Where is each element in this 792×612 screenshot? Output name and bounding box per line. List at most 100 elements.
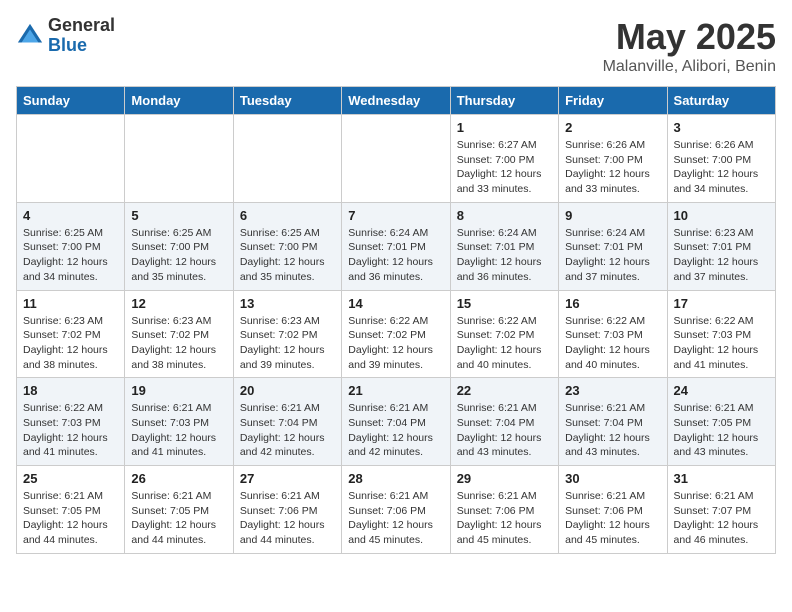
day-info: Sunrise: 6:21 AM Sunset: 7:04 PM Dayligh… [457, 401, 552, 460]
logo: General Blue [16, 16, 115, 56]
day-info: Sunrise: 6:21 AM Sunset: 7:04 PM Dayligh… [240, 401, 335, 460]
calendar-cell [233, 115, 341, 203]
day-info: Sunrise: 6:21 AM Sunset: 7:06 PM Dayligh… [348, 489, 443, 548]
weekday-header: Monday [125, 87, 233, 115]
day-number: 16 [565, 296, 660, 311]
weekday-header: Sunday [17, 87, 125, 115]
day-info: Sunrise: 6:22 AM Sunset: 7:03 PM Dayligh… [565, 314, 660, 373]
logo-general-text: General [48, 16, 115, 36]
calendar-week-row: 25 Sunrise: 6:21 AM Sunset: 7:05 PM Dayli… [17, 466, 776, 554]
day-info: Sunrise: 6:22 AM Sunset: 7:03 PM Dayligh… [23, 401, 118, 460]
calendar-cell: 4 Sunrise: 6:25 AM Sunset: 7:00 PM Daylig… [17, 202, 125, 290]
calendar-cell: 11Sunrise: 6:23 AM Sunset: 7:02 PM Dayli… [17, 290, 125, 378]
day-number: 24 [674, 383, 769, 398]
day-info: Sunrise: 6:26 AM Sunset: 7:00 PM Dayligh… [565, 138, 660, 197]
day-info: Sunrise: 6:26 AM Sunset: 7:00 PM Dayligh… [674, 138, 769, 197]
day-info: Sunrise: 6:25 AM Sunset: 7:00 PM Dayligh… [240, 226, 335, 285]
day-number: 2 [565, 120, 660, 135]
day-info: Sunrise: 6:21 AM Sunset: 7:05 PM Dayligh… [23, 489, 118, 548]
weekday-header: Tuesday [233, 87, 341, 115]
calendar-cell: 25 Sunrise: 6:21 AM Sunset: 7:05 PM Dayli… [17, 466, 125, 554]
weekday-header: Thursday [450, 87, 558, 115]
day-number: 5 [131, 208, 226, 223]
day-info: Sunrise: 6:27 AM Sunset: 7:00 PM Dayligh… [457, 138, 552, 197]
day-number: 8 [457, 208, 552, 223]
day-number: 29 [457, 471, 552, 486]
day-info: Sunrise: 6:23 AM Sunset: 7:01 PM Dayligh… [674, 226, 769, 285]
title-area: May 2025 Malanville, Alibori, Benin [603, 16, 776, 76]
logo-blue-text: Blue [48, 36, 115, 56]
day-number: 22 [457, 383, 552, 398]
day-number: 11 [23, 296, 118, 311]
calendar-cell: 29 Sunrise: 6:21 AM Sunset: 7:06 PM Dayli… [450, 466, 558, 554]
calendar-cell: 30Sunrise: 6:21 AM Sunset: 7:06 PM Dayli… [559, 466, 667, 554]
calendar-cell: 17Sunrise: 6:22 AM Sunset: 7:03 PM Dayli… [667, 290, 775, 378]
calendar-cell: 12Sunrise: 6:23 AM Sunset: 7:02 PM Dayli… [125, 290, 233, 378]
day-info: Sunrise: 6:21 AM Sunset: 7:03 PM Dayligh… [131, 401, 226, 460]
calendar-cell: 2 Sunrise: 6:26 AM Sunset: 7:00 PM Daylig… [559, 115, 667, 203]
weekday-header: Saturday [667, 87, 775, 115]
calendar-cell: 3 Sunrise: 6:26 AM Sunset: 7:00 PM Daylig… [667, 115, 775, 203]
day-number: 1 [457, 120, 552, 135]
calendar-week-row: 11 Sunrise: 6:23 AM Sunset: 7:02 PM Dayli… [17, 290, 776, 378]
day-number: 25 [23, 471, 118, 486]
calendar-cell [125, 115, 233, 203]
day-info: Sunrise: 6:21 AM Sunset: 7:05 PM Dayligh… [131, 489, 226, 548]
calendar-cell: 26 Sunrise: 6:21 AM Sunset: 7:05 PM Dayli… [125, 466, 233, 554]
calendar-cell: 5 Sunrise: 6:25 AM Sunset: 7:00 PM Daylig… [125, 202, 233, 290]
day-number: 20 [240, 383, 335, 398]
day-number: 9 [565, 208, 660, 223]
calendar-cell: 10 Sunrise: 6:23 AM Sunset: 7:01 PM Dayli… [667, 202, 775, 290]
calendar-cell: 13 Sunrise: 6:23 AM Sunset: 7:02 PM Dayli… [233, 290, 341, 378]
calendar-cell [17, 115, 125, 203]
day-number: 3 [674, 120, 769, 135]
day-info: Sunrise: 6:21 AM Sunset: 7:05 PM Dayligh… [674, 401, 769, 460]
day-info: Sunrise: 6:23 AM Sunset: 7:02 PM Dayligh… [240, 314, 335, 373]
day-number: 26 [131, 471, 226, 486]
calendar-table: SundayMondayTuesdayWednesdayThursdayFrid… [16, 86, 776, 554]
page-header: General Blue May 2025 Malanville, Alibor… [16, 16, 776, 76]
calendar-cell: 16 Sunrise: 6:22 AM Sunset: 7:03 PM Dayli… [559, 290, 667, 378]
day-number: 23 [565, 383, 660, 398]
calendar-cell: 19Sunrise: 6:21 AM Sunset: 7:03 PM Dayli… [125, 378, 233, 466]
calendar-cell: 28Sunrise: 6:21 AM Sunset: 7:06 PM Dayli… [342, 466, 450, 554]
calendar-cell: 22 Sunrise: 6:21 AM Sunset: 7:04 PM Dayli… [450, 378, 558, 466]
weekday-header: Wednesday [342, 87, 450, 115]
calendar-cell: 9 Sunrise: 6:24 AM Sunset: 7:01 PM Daylig… [559, 202, 667, 290]
day-number: 31 [674, 471, 769, 486]
day-number: 27 [240, 471, 335, 486]
day-number: 30 [565, 471, 660, 486]
day-info: Sunrise: 6:24 AM Sunset: 7:01 PM Dayligh… [457, 226, 552, 285]
calendar-cell: 18Sunrise: 6:22 AM Sunset: 7:03 PM Dayli… [17, 378, 125, 466]
day-info: Sunrise: 6:21 AM Sunset: 7:07 PM Dayligh… [674, 489, 769, 548]
day-info: Sunrise: 6:23 AM Sunset: 7:02 PM Dayligh… [131, 314, 226, 373]
calendar-cell: 27Sunrise: 6:21 AM Sunset: 7:06 PM Dayli… [233, 466, 341, 554]
calendar-cell: 31 Sunrise: 6:21 AM Sunset: 7:07 PM Dayli… [667, 466, 775, 554]
calendar-week-row: 1 Sunrise: 6:27 AM Sunset: 7:00 PM Daylig… [17, 115, 776, 203]
weekday-row: SundayMondayTuesdayWednesdayThursdayFrid… [17, 87, 776, 115]
day-info: Sunrise: 6:24 AM Sunset: 7:01 PM Dayligh… [348, 226, 443, 285]
calendar-cell: 21Sunrise: 6:21 AM Sunset: 7:04 PM Dayli… [342, 378, 450, 466]
calendar-cell: 23 Sunrise: 6:21 AM Sunset: 7:04 PM Dayli… [559, 378, 667, 466]
day-number: 21 [348, 383, 443, 398]
day-number: 13 [240, 296, 335, 311]
calendar-cell: 20 Sunrise: 6:21 AM Sunset: 7:04 PM Dayli… [233, 378, 341, 466]
day-number: 10 [674, 208, 769, 223]
day-number: 14 [348, 296, 443, 311]
day-info: Sunrise: 6:21 AM Sunset: 7:06 PM Dayligh… [457, 489, 552, 548]
day-info: Sunrise: 6:25 AM Sunset: 7:00 PM Dayligh… [131, 226, 226, 285]
month-title: May 2025 [603, 16, 776, 58]
calendar-cell: 14Sunrise: 6:22 AM Sunset: 7:02 PM Dayli… [342, 290, 450, 378]
day-info: Sunrise: 6:24 AM Sunset: 7:01 PM Dayligh… [565, 226, 660, 285]
calendar-cell: 7Sunrise: 6:24 AM Sunset: 7:01 PM Daylig… [342, 202, 450, 290]
day-number: 15 [457, 296, 552, 311]
location-label: Malanville, Alibori, Benin [603, 58, 776, 76]
calendar-body: 1 Sunrise: 6:27 AM Sunset: 7:00 PM Daylig… [17, 115, 776, 554]
day-number: 4 [23, 208, 118, 223]
calendar-cell: 6Sunrise: 6:25 AM Sunset: 7:00 PM Daylig… [233, 202, 341, 290]
calendar-week-row: 4 Sunrise: 6:25 AM Sunset: 7:00 PM Daylig… [17, 202, 776, 290]
day-info: Sunrise: 6:21 AM Sunset: 7:04 PM Dayligh… [565, 401, 660, 460]
day-info: Sunrise: 6:25 AM Sunset: 7:00 PM Dayligh… [23, 226, 118, 285]
calendar-cell: 1 Sunrise: 6:27 AM Sunset: 7:00 PM Daylig… [450, 115, 558, 203]
day-info: Sunrise: 6:22 AM Sunset: 7:02 PM Dayligh… [457, 314, 552, 373]
